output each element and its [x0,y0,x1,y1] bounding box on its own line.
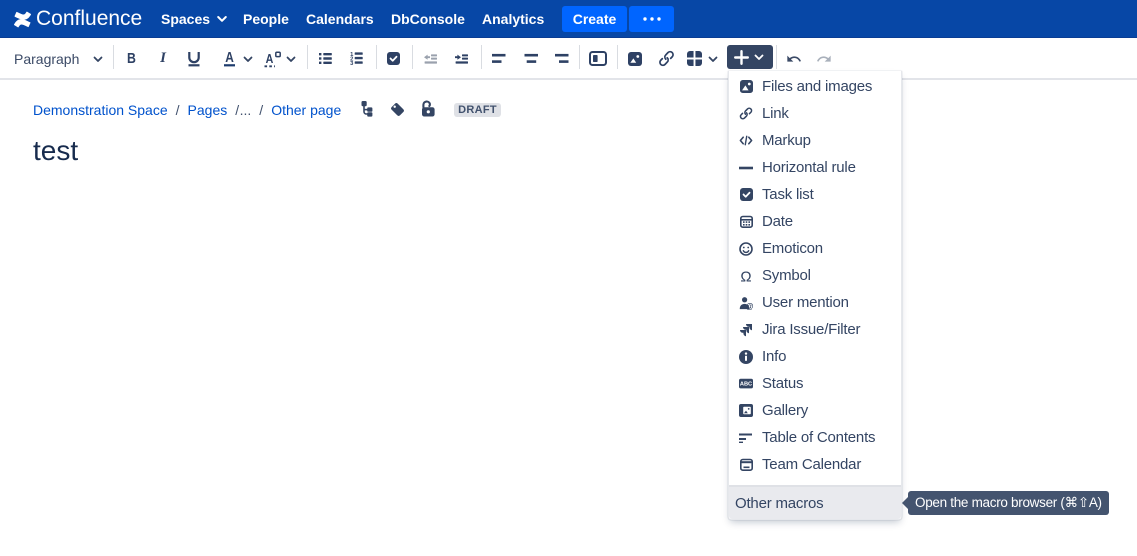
svg-text:A: A [225,49,234,65]
svg-text:ABC: ABC [740,382,752,388]
svg-text:@: @ [746,302,753,310]
svg-text:A: A [266,50,274,65]
svg-text:Ω: Ω [740,269,751,283]
svg-text:3: 3 [350,61,354,65]
